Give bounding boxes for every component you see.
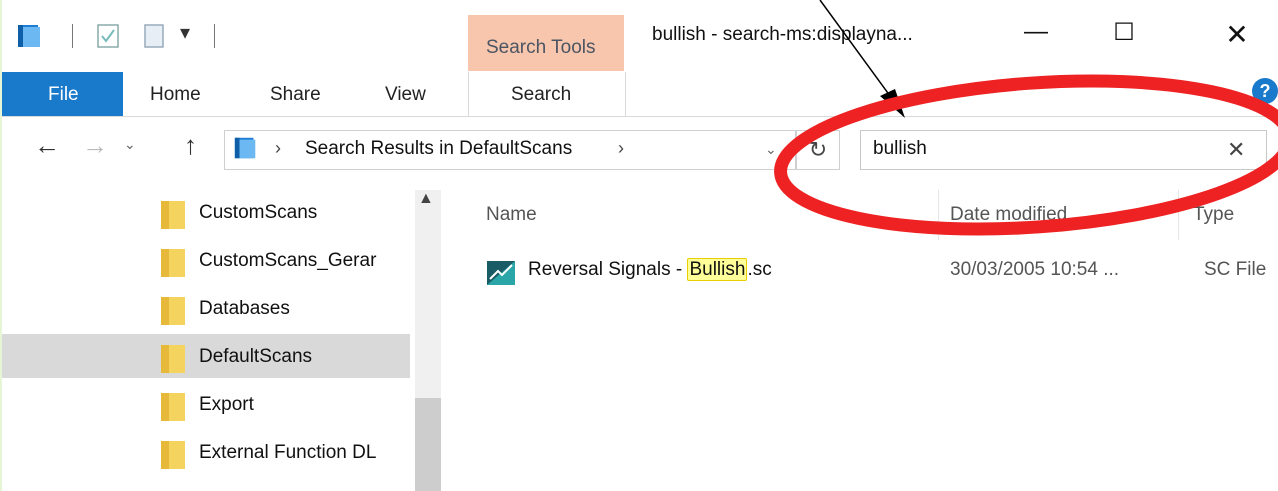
search-tools-contextual-tab: Search Tools <box>468 15 624 71</box>
nav-tree-label: Export <box>199 394 254 415</box>
nav-tree-item[interactable]: CustomScans_Gerar <box>2 238 410 282</box>
folder-icon <box>161 441 185 469</box>
refresh-button[interactable]: ↻ <box>796 130 840 170</box>
nav-tree-label: DefaultScans <box>199 346 313 367</box>
file-name[interactable]: Reversal Signals - Bullish .sc <box>528 258 772 281</box>
properties-icon[interactable] <box>95 22 123 50</box>
nav-tree-label: CustomScans_Gerar <box>199 250 377 271</box>
customize-toolbar-icon[interactable]: ▾ <box>180 20 190 45</box>
search-match-highlight: Bullish <box>687 258 748 281</box>
folder-icon <box>161 393 185 421</box>
back-button[interactable]: ← <box>34 130 60 161</box>
nav-tree-label: CustomScans <box>199 202 318 223</box>
close-button[interactable]: ✕ <box>1207 18 1267 58</box>
address-dropdown-icon[interactable]: ⌄ <box>765 141 777 158</box>
nav-tree-item[interactable]: External Function DL <box>2 430 410 474</box>
nav-pane-scrollbar-thumb[interactable] <box>415 398 441 491</box>
file-name-prefix: Reversal Signals - <box>528 259 688 280</box>
tab-search[interactable]: Search <box>468 72 626 116</box>
file-date-modified: 30/03/2005 10:54 ... <box>950 259 1120 280</box>
minimize-button[interactable]: — <box>1006 18 1066 58</box>
explorer-window: ▾ Search Tools bullish - search-ms:displ… <box>2 0 1278 491</box>
title-bar: ▾ Search Tools bullish - search-ms:displ… <box>2 0 1278 71</box>
column-header-type[interactable]: Type <box>1193 204 1234 226</box>
forward-button[interactable]: → <box>82 130 108 161</box>
search-folder-icon <box>234 137 256 159</box>
expand-ribbon-icon[interactable]: ⌄ <box>1217 78 1230 98</box>
folder-icon <box>161 297 185 325</box>
tab-share[interactable]: Share <box>270 84 321 106</box>
nav-tree-item[interactable]: Databases <box>2 286 410 330</box>
tab-search-label: Search <box>511 84 572 105</box>
column-divider[interactable] <box>1178 190 1179 240</box>
search-tools-label: Search Tools <box>486 37 596 58</box>
nav-tree-label: External Function DL <box>199 442 377 463</box>
recent-locations-button[interactable]: ⌄ <box>124 136 136 153</box>
nav-tree-item[interactable]: CustomScans <box>2 190 410 234</box>
quick-access-separator <box>214 24 215 48</box>
tab-file[interactable]: File <box>2 72 123 116</box>
nav-tree-item[interactable]: Export <box>2 382 410 426</box>
tab-view[interactable]: View <box>385 84 426 106</box>
file-type: SC File <box>1204 259 1267 280</box>
new-folder-icon[interactable] <box>142 22 170 50</box>
navigation-bar: ← → ⌄ ↑ › Search Results in DefaultScans… <box>2 122 1278 182</box>
clear-search-icon[interactable]: ✕ <box>1227 137 1245 163</box>
address-bar[interactable]: › Search Results in DefaultScans › ⌄ <box>224 130 796 170</box>
column-header-date-modified[interactable]: Date modified <box>950 204 1067 226</box>
nav-tree-label: Databases <box>199 298 290 319</box>
folder-icon <box>161 201 185 229</box>
file-name-suffix: .sc <box>747 259 772 280</box>
tab-file-label: File <box>48 84 79 105</box>
navigation-pane: CustomScans CustomScans_Gerar Databases Def… <box>2 190 410 491</box>
breadcrumb-chevron-icon[interactable]: › <box>275 138 281 159</box>
breadcrumb-chevron-icon[interactable]: › <box>618 138 624 159</box>
scroll-up-icon[interactable]: ▲ <box>418 190 434 208</box>
maximize-button[interactable]: ☐ <box>1094 18 1154 58</box>
folder-icon[interactable] <box>16 22 44 50</box>
up-button[interactable]: ↑ <box>184 130 197 161</box>
column-header-name[interactable]: Name <box>486 204 537 226</box>
window-title: bullish - search-ms:displayna... <box>652 24 913 45</box>
file-row[interactable]: Reversal Signals - Bullish .sc 30/03/2005… <box>486 255 1276 291</box>
breadcrumb-location[interactable]: Search Results in DefaultScans <box>305 138 572 160</box>
search-box[interactable]: ✕ <box>860 130 1267 170</box>
nav-tree-item[interactable]: DefaultScans <box>2 334 410 378</box>
search-input[interactable] <box>873 135 1213 163</box>
help-icon[interactable]: ? <box>1252 78 1278 104</box>
folder-icon <box>161 345 185 373</box>
sc-file-icon <box>487 261 515 285</box>
column-divider[interactable] <box>938 190 939 240</box>
ribbon-tabs: File Home Share View Search ⌄ ? <box>2 72 1278 117</box>
tab-home[interactable]: Home <box>150 84 201 106</box>
folder-icon <box>161 249 185 277</box>
quick-access-separator <box>72 24 73 48</box>
